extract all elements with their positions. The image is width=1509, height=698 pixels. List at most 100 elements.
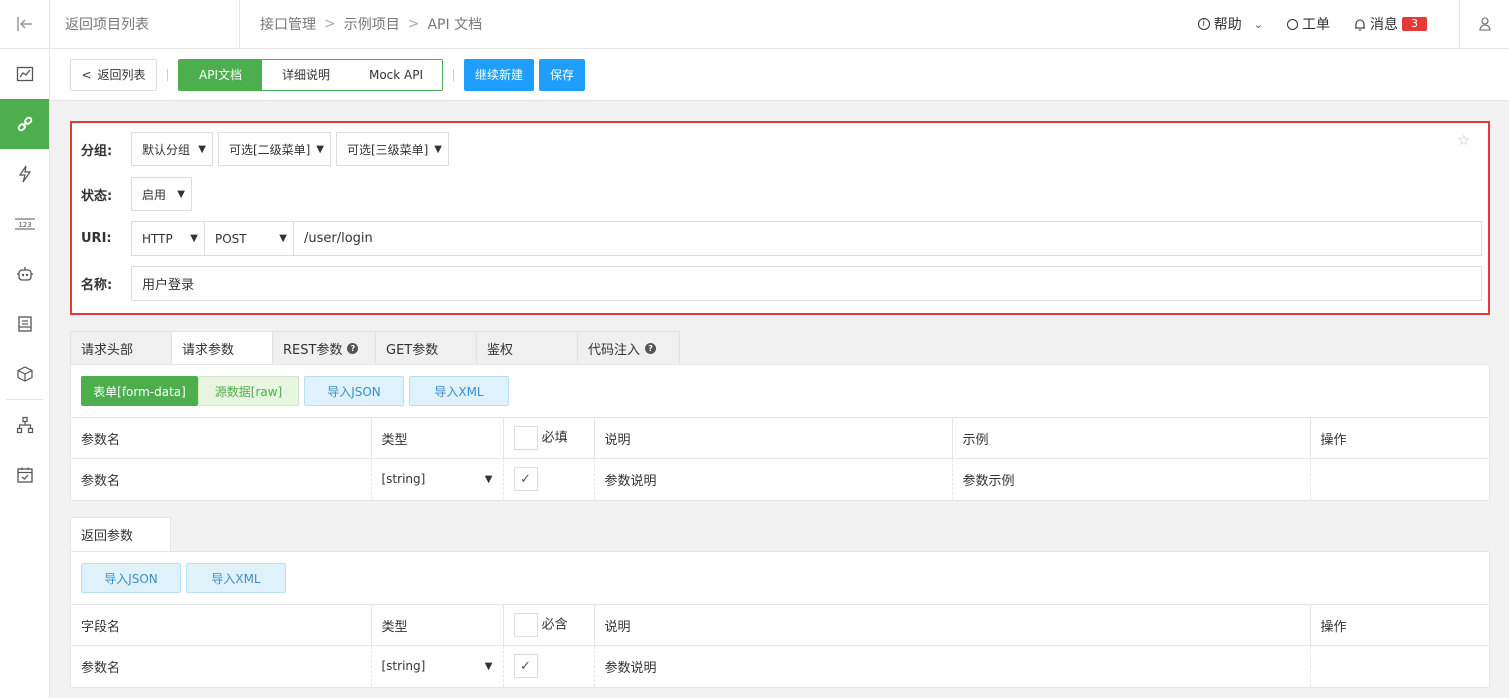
messages-link[interactable]: 消息 3 (1342, 14, 1439, 34)
tab-rest-params[interactable]: REST参数? (272, 331, 375, 365)
toolbar-divider (453, 68, 454, 81)
svg-text:123: 123 (18, 221, 31, 229)
breadcrumb-separator-icon: > (324, 16, 336, 32)
tab-response-params[interactable]: 返回参数 (70, 517, 171, 551)
toolbar-divider (167, 68, 168, 81)
contains-cell: ✓ (502, 645, 594, 687)
request-tabs: 请求头部 请求参数 REST参数? GET参数 鉴权 代码注入? (70, 331, 680, 365)
group-level2-value: 可选[二级菜单] (229, 142, 311, 157)
field-name-input[interactable]: 参数名 (71, 645, 371, 687)
question-icon[interactable]: ? (347, 342, 359, 354)
tab-detail[interactable]: 详细说明 (262, 59, 350, 90)
uri-input[interactable]: /user/login (294, 221, 1482, 256)
chevron-down-icon: ⌄ (1253, 17, 1263, 31)
caret-down-icon: ▼ (198, 143, 206, 155)
back-to-project-list-link[interactable]: 返回项目列表 (50, 0, 240, 49)
col-contains: 必含 (502, 604, 594, 646)
col-param-name: 参数名 (71, 417, 371, 459)
group-level3-value: 可选[三级菜单] (347, 142, 429, 157)
action-cell (1309, 645, 1489, 687)
type-select[interactable]: [string] ▼ (370, 645, 503, 687)
import-json-button[interactable]: 导入JSON (304, 376, 404, 406)
col-action: 操作 (1309, 417, 1489, 459)
continue-new-button[interactable]: 继续新建 (464, 58, 534, 91)
type-select-value: [string] (381, 472, 426, 487)
tab-api-doc[interactable]: API文档 (179, 59, 262, 90)
status-row: 状态: 启用 ▼ (81, 177, 197, 211)
type-select[interactable]: [string] ▼ (370, 458, 503, 500)
tab-auth[interactable]: 鉴权 (476, 331, 577, 365)
api-link-icon[interactable] (0, 99, 49, 149)
robot-icon[interactable] (0, 249, 49, 299)
group-level2-select[interactable]: 可选[二级菜单] ▼ (218, 132, 331, 166)
caret-down-icon: ▼ (190, 233, 198, 244)
tab-get-params[interactable]: GET参数 (375, 331, 476, 365)
param-example-input[interactable]: 参数示例 (951, 458, 1310, 500)
tab-request-headers[interactable]: 请求头部 (70, 331, 171, 365)
col-required-label: 必填 (541, 430, 568, 446)
status-label: 状态: (81, 188, 113, 204)
help-menu[interactable]: i 帮助 ⌄ (1186, 14, 1275, 34)
topbar: 返回项目列表 接口管理 > 示例项目 > API 文档 i 帮助 ⌄ 工单 消息… (50, 0, 1509, 49)
flash-icon[interactable] (0, 149, 49, 199)
user-icon[interactable] (1459, 0, 1509, 49)
response-import-xml-button[interactable]: 导入XML (186, 563, 286, 593)
name-input[interactable]: 用户登录 (131, 266, 1482, 301)
cube-icon[interactable] (0, 349, 49, 399)
dashboard-icon[interactable] (0, 49, 49, 99)
response-import-json-button[interactable]: 导入JSON (81, 563, 181, 593)
required-all-checkbox[interactable] (513, 426, 538, 450)
ticket-link[interactable]: 工单 (1275, 14, 1342, 34)
caret-down-icon: ▼ (434, 143, 442, 155)
required-checkbox[interactable]: ✓ (513, 467, 538, 492)
group-label: 分组: (81, 143, 113, 159)
col-field-name: 字段名 (71, 604, 371, 646)
tab-code-inject-label: 代码注入 (588, 342, 641, 358)
import-xml-button[interactable]: 导入XML (409, 376, 509, 406)
param-desc-input[interactable]: 参数说明 (593, 458, 952, 500)
message-count-badge: 3 (1402, 17, 1427, 31)
breadcrumb-item-api-management[interactable]: 接口管理 (260, 14, 316, 34)
editor-toolbar: < 返回列表 API文档 详细说明 Mock API 继续新建 保存 (50, 49, 1509, 101)
caret-down-icon: ▼ (484, 473, 493, 485)
caret-down-icon: ▼ (279, 233, 287, 244)
tab-code-inject[interactable]: 代码注入? (577, 331, 680, 365)
collapse-sidebar-icon[interactable] (0, 0, 49, 49)
raw-data-button[interactable]: 源数据[raw] (198, 376, 299, 406)
form-data-button[interactable]: 表单[form-data] (81, 376, 198, 406)
uri-label: URI: (81, 231, 112, 246)
contains-checkbox[interactable]: ✓ (513, 654, 538, 679)
col-required: 必填 (502, 417, 594, 459)
doc-mode-switch: API文档 详细说明 Mock API (178, 58, 443, 91)
group-select[interactable]: 默认分组 ▼ (131, 132, 213, 166)
tab-auth-label: 鉴权 (487, 342, 514, 358)
tab-get-params-label: GET参数 (386, 342, 439, 358)
tab-mock-api[interactable]: Mock API (350, 59, 442, 90)
method-select[interactable]: POST ▼ (205, 221, 294, 256)
sitemap-icon[interactable] (0, 400, 49, 450)
request-params-table: 参数名 类型 必填 说明 示例 操作 参数名 [string] ▼ ✓ 参数说明 … (71, 417, 1489, 500)
table-header-row: 字段名 类型 必含 说明 操作 (71, 604, 1489, 646)
ticket-label: 工单 (1302, 17, 1330, 33)
contains-all-checkbox[interactable] (513, 613, 538, 637)
group-level3-select[interactable]: 可选[三级菜单] ▼ (336, 132, 449, 166)
document-icon[interactable] (0, 299, 49, 349)
tab-request-params[interactable]: 请求参数 (171, 331, 272, 365)
field-desc-input[interactable]: 参数说明 (593, 645, 1310, 687)
back-list-button[interactable]: < 返回列表 (70, 58, 157, 91)
save-button[interactable]: 保存 (539, 58, 585, 91)
star-icon[interactable]: ☆ (1457, 133, 1470, 149)
caret-down-icon: ▼ (316, 143, 324, 155)
breadcrumb-item-sample-project[interactable]: 示例项目 (344, 14, 400, 34)
calendar-check-icon[interactable] (0, 450, 49, 500)
tab-request-headers-label: 请求头部 (81, 342, 134, 358)
question-icon[interactable]: ? (645, 342, 657, 354)
protocol-select[interactable]: HTTP ▼ (131, 221, 205, 256)
status-select[interactable]: 启用 ▼ (131, 177, 192, 211)
col-type: 类型 (370, 417, 503, 459)
param-name-input[interactable]: 参数名 (71, 458, 371, 500)
number-icon[interactable]: 123 (0, 199, 49, 249)
protocol-value: HTTP (142, 231, 173, 246)
required-cell: ✓ (502, 458, 594, 500)
bell-icon (1355, 18, 1365, 31)
